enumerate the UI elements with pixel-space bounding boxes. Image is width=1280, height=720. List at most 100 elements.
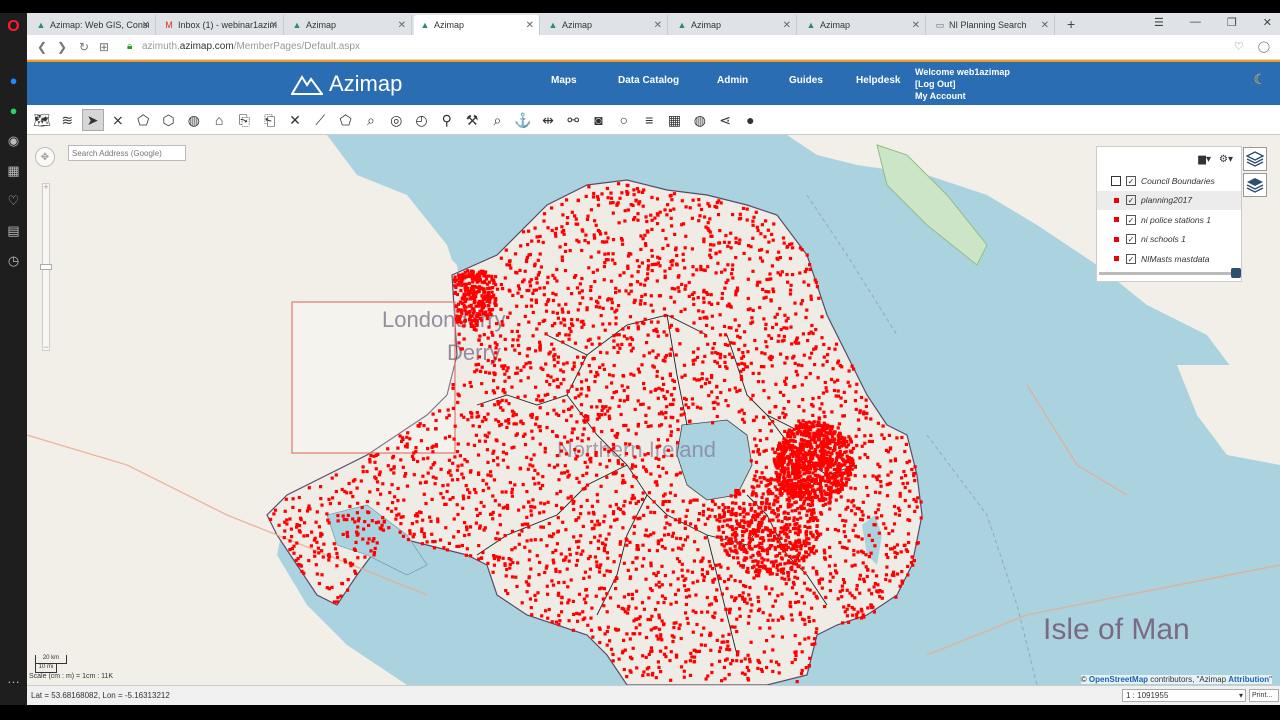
layer-checkbox[interactable]: ✓ <box>1126 214 1136 225</box>
url-field[interactable]: azimuth.azimap.com/MemberPages/Default.a… <box>142 41 360 52</box>
delete-icon[interactable]: ✕ <box>284 109 306 131</box>
pan-icon[interactable]: ✥ <box>35 147 55 167</box>
layer-row[interactable]: ✓ NIMasts mastdata <box>1097 249 1241 269</box>
split-icon[interactable]: ⇹ <box>537 109 559 131</box>
address-search-input[interactable] <box>68 145 186 161</box>
camera-icon[interactable]: ◙ <box>588 109 610 131</box>
layers-list-icon[interactable]: ≋ <box>56 109 78 131</box>
browser-tab[interactable]: ▲ Azimap ✕ <box>286 15 412 35</box>
layer-checkbox[interactable]: ✓ <box>1126 253 1136 264</box>
messenger-icon[interactable]: ● <box>4 71 23 90</box>
layer-checkbox[interactable]: ✓ <box>1126 175 1136 186</box>
select-arrow-icon[interactable]: ➤ <box>81 109 104 131</box>
layer-checkbox[interactable]: ✓ <box>1126 195 1136 206</box>
scale-select[interactable]: 1 : 1091955 ▾ <box>1122 689 1246 702</box>
paste-icon[interactable]: ⎗ <box>259 109 281 131</box>
browser-tab[interactable]: ▲ Azimap ✕ <box>542 15 668 35</box>
clear-selection-icon[interactable]: ⨯ <box>107 109 129 131</box>
zoom-out-icon[interactable]: − <box>41 342 51 352</box>
whatsapp-icon[interactable]: ● <box>4 101 23 120</box>
browser-tab[interactable]: ▲ Azimap: Web GIS, Consult ✕ <box>30 15 156 35</box>
search-icon[interactable]: ⌕ <box>486 109 508 131</box>
layer-row[interactable]: ✓ ni schools 1 <box>1097 230 1241 250</box>
tab-close-icon[interactable]: ✕ <box>654 20 662 31</box>
map-view-icon[interactable]: 🗺︎ <box>31 109 53 131</box>
account-icon[interactable]: ◯ <box>1258 40 1270 53</box>
forward-icon[interactable]: ❯ <box>57 40 67 54</box>
share-icon[interactable]: ⋖ <box>714 109 736 131</box>
tab-close-icon[interactable]: ✕ <box>1041 20 1049 31</box>
nav-data-catalog[interactable]: Data Catalog <box>618 75 679 86</box>
news-icon[interactable]: ▤ <box>4 221 23 240</box>
tab-grid-icon[interactable]: ⊞ <box>99 40 109 54</box>
layers-toggle-button[interactable] <box>1243 147 1267 171</box>
map-canvas[interactable]: Londonderry Derry Northern Ireland Isle … <box>27 135 1280 685</box>
minimize-icon[interactable]: — <box>1190 16 1201 29</box>
copy-icon[interactable]: ⎘ <box>233 109 255 131</box>
tab-close-icon[interactable]: ✕ <box>783 20 791 31</box>
browser-tab[interactable]: ▲ Azimap ✕ <box>671 15 797 35</box>
browser-tab[interactable]: ▭ NI Planning Search ✕ <box>929 15 1055 35</box>
table-icon[interactable]: ▦ <box>664 109 686 131</box>
layer-row[interactable]: ✓ planning2017 <box>1097 190 1241 210</box>
back-icon[interactable]: ❮ <box>37 40 47 54</box>
more-icon[interactable]: … <box>4 669 23 688</box>
layer-row[interactable]: ✓ ni police stations 1 <box>1097 210 1241 230</box>
wrench-icon[interactable]: ⚒ <box>461 109 483 131</box>
draw-polygon-icon[interactable]: ⬠ <box>132 109 154 131</box>
comment-icon[interactable]: ● <box>739 109 761 131</box>
history-icon[interactable]: ◷ <box>4 251 23 270</box>
heart-icon[interactable]: ♡ <box>1234 40 1244 53</box>
tab-close-icon[interactable]: ✕ <box>398 20 406 31</box>
logout-link[interactable]: [Log Out] <box>915 78 1010 90</box>
nav-guides[interactable]: Guides <box>789 75 823 86</box>
zoom-slider-thumb[interactable] <box>40 264 52 270</box>
print-button[interactable]: Print... <box>1249 689 1279 702</box>
layer-checkbox[interactable]: ✓ <box>1126 234 1136 245</box>
location-pin-icon[interactable]: ⚲ <box>436 109 458 131</box>
target-icon[interactable]: ◎ <box>385 109 407 131</box>
opacity-knob[interactable] <box>1231 268 1241 278</box>
nav-helpdesk[interactable]: Helpdesk <box>856 75 900 86</box>
tab-close-icon[interactable]: ✕ <box>270 20 278 31</box>
area-measure-icon[interactable]: ⬠ <box>335 109 357 131</box>
browser-tab[interactable]: ▲ Azimap ✕ <box>414 15 540 35</box>
tab-close-icon[interactable]: ✕ <box>912 20 920 31</box>
reload-icon[interactable]: ↻ <box>79 40 89 54</box>
globe-icon[interactable]: ◍ <box>183 109 205 131</box>
globe-web-icon[interactable]: ◍ <box>689 109 711 131</box>
azimap-attribution-link[interactable]: Attribution <box>1228 675 1269 684</box>
tab-menu-icon[interactable]: ☰ <box>1154 16 1164 29</box>
tab-close-icon[interactable]: ✕ <box>526 20 534 31</box>
camera-icon[interactable]: ◉ <box>4 131 23 150</box>
zoom-in-icon[interactable]: + <box>41 182 51 192</box>
anchor-icon[interactable]: ⚓ <box>512 109 534 131</box>
route-icon[interactable]: ⚯ <box>562 109 584 131</box>
speed-dial-icon[interactable]: ▦ <box>4 161 23 180</box>
compass-icon[interactable]: ◴ <box>411 109 433 131</box>
browser-tab[interactable]: ▲ Azimap ✕ <box>800 15 926 35</box>
maximize-icon[interactable]: ❐ <box>1227 16 1237 29</box>
layer-row[interactable]: ✓ Council Boundaries <box>1097 171 1241 191</box>
new-tab-button[interactable]: + <box>1067 16 1075 32</box>
heart-icon[interactable]: ♡ <box>4 191 23 210</box>
close-icon[interactable]: ✕ <box>1263 16 1272 29</box>
tab-close-icon[interactable]: ✕ <box>142 20 150 31</box>
base-layers-button[interactable] <box>1243 173 1267 197</box>
zoom-search-icon[interactable]: ⌕ <box>360 109 382 131</box>
list-icon[interactable]: ≡ <box>638 109 660 131</box>
folder-icon[interactable]: ▆▾ <box>1198 154 1211 165</box>
circle-icon[interactable]: ○ <box>613 109 635 131</box>
opera-logo-icon[interactable]: O <box>4 17 23 36</box>
my-account-link[interactable]: My Account <box>915 90 1010 102</box>
zoom-slider[interactable]: + − <box>40 182 52 352</box>
opacity-slider[interactable] <box>1099 268 1241 278</box>
osm-link[interactable]: OpenStreetMap <box>1089 675 1148 684</box>
shape-icon[interactable]: ⌂ <box>208 109 230 131</box>
measure-icon[interactable]: ⟋ <box>309 109 331 131</box>
edit-polygon-icon[interactable]: ⬡ <box>158 109 180 131</box>
settings-icon[interactable]: ⚙▾ <box>1219 154 1233 165</box>
nav-maps[interactable]: Maps <box>551 75 577 86</box>
browser-tab[interactable]: M Inbox (1) - webinar1azima ✕ <box>158 15 284 35</box>
nav-admin[interactable]: Admin <box>717 75 748 86</box>
